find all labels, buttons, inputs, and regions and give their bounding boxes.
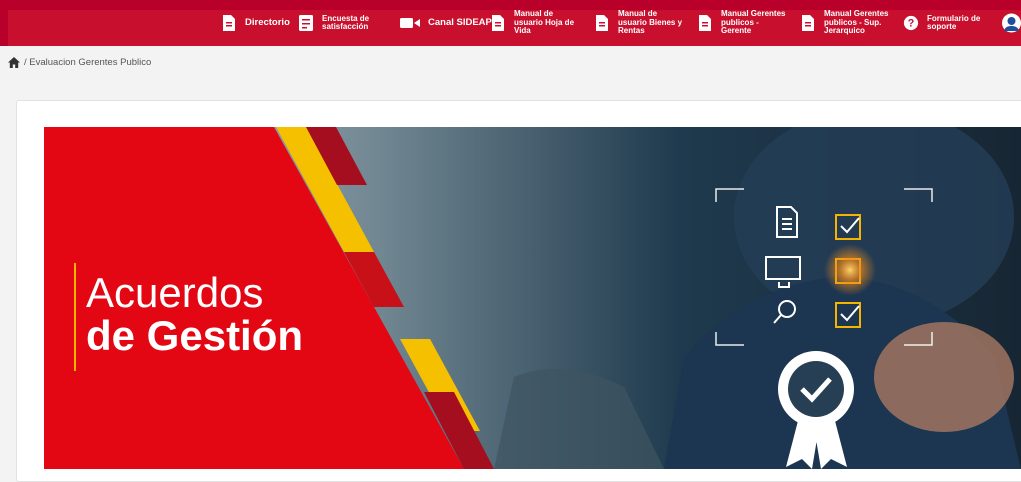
document-icon: [596, 15, 608, 31]
banner-title-line1: Acuerdos: [86, 269, 264, 316]
top-nav-bar: Directorio Encuesta de satisfacción Cana…: [0, 0, 1021, 46]
question-icon: ?: [903, 15, 919, 31]
nav-label: Directorio: [245, 16, 290, 28]
survey-icon: [299, 15, 313, 31]
nav-label: Encuesta de satisfacción: [322, 13, 370, 31]
nav-label: Manual Gerentes publicos - Gerente: [721, 9, 786, 36]
document-icon: [699, 15, 711, 31]
video-icon: [400, 18, 420, 28]
title-accent-line: [74, 263, 76, 371]
document-icon: [492, 15, 504, 31]
svg-text:?: ?: [908, 18, 915, 30]
nav-manual-bienes-rentas[interactable]: Manual de usuario Bienes y Rentas: [594, 0, 682, 46]
nav-manual-gerente[interactable]: Manual Gerentes publicos - Gerente: [697, 0, 785, 46]
breadcrumb-text: / Evaluacion Gerentes Publico: [24, 56, 152, 68]
nav-manual-sup-jerarquico[interactable]: Manual Gerentes publicos - Sup. Jerarqui…: [800, 0, 888, 46]
breadcrumb: / Evaluacion Gerentes Publico: [8, 55, 151, 69]
nav-label: Manual de usuario Hoja de Vida: [514, 9, 575, 36]
banner-title-line2: de Gestión: [86, 312, 304, 359]
nav-directorio[interactable]: Directorio: [221, 0, 290, 46]
nav-label: Canal SIDEAP: [428, 16, 492, 28]
nav-encuesta[interactable]: Encuesta de satisfacción: [298, 0, 369, 46]
document-icon: [802, 15, 814, 31]
user-avatar-icon: [1002, 13, 1021, 33]
nav-canal-sideap[interactable]: Canal SIDEAP: [400, 0, 492, 46]
home-icon[interactable]: [8, 56, 20, 68]
nav-manual-hoja-vida[interactable]: Manual de usuario Hoja de Vida: [490, 0, 574, 46]
nav-formulario-soporte[interactable]: ? Formulario de soporte: [903, 0, 980, 46]
nav-label: Formulario de soporte: [927, 13, 981, 31]
document-icon: [223, 15, 235, 31]
nav-label: Manual Gerentes publicos - Sup. Jerarqui…: [824, 9, 889, 36]
user-menu[interactable]: [1002, 0, 1021, 46]
nav-label: Manual de usuario Bienes y Rentas: [618, 9, 683, 36]
